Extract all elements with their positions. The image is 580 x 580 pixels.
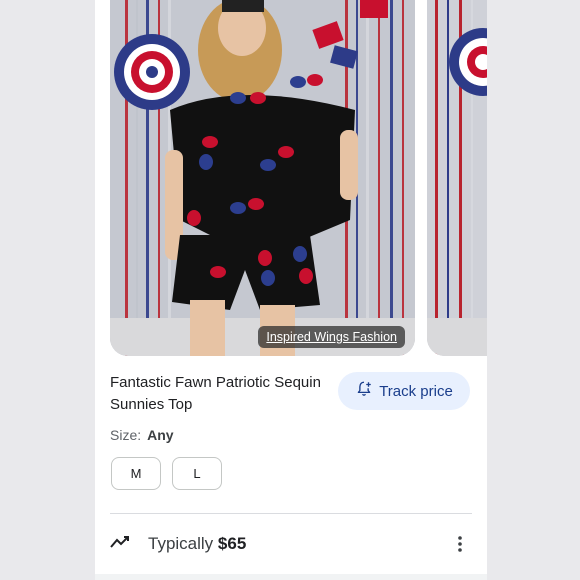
bottom-shade bbox=[95, 574, 487, 580]
more-vert-icon[interactable] bbox=[450, 534, 470, 554]
product-photo bbox=[110, 0, 415, 356]
product-image-next[interactable] bbox=[427, 0, 487, 356]
product-card: Inspired Wings Fashion Fantastic Fawn Pa… bbox=[95, 0, 487, 580]
typical-price-value: $65 bbox=[217, 534, 247, 553]
typical-price: Typically $65 bbox=[148, 534, 246, 554]
next-photo bbox=[427, 0, 487, 356]
trend-icon bbox=[110, 535, 130, 554]
size-row: Size: Any bbox=[110, 427, 174, 443]
track-price-button[interactable]: Track price bbox=[338, 372, 470, 410]
product-title[interactable]: Fantastic Fawn Patriotic Sequin Sunnies … bbox=[110, 372, 330, 416]
size-option-m[interactable]: M bbox=[111, 457, 161, 490]
divider bbox=[110, 513, 472, 514]
image-source-link[interactable]: Inspired Wings Fashion bbox=[258, 326, 405, 348]
size-label: Size: bbox=[110, 427, 142, 443]
bell-plus-icon bbox=[355, 380, 373, 402]
size-value: Any bbox=[147, 427, 174, 443]
product-image[interactable]: Inspired Wings Fashion bbox=[110, 0, 415, 356]
typical-price-label: Typically bbox=[148, 534, 214, 553]
price-row[interactable]: Typically $65 bbox=[110, 530, 470, 558]
track-price-label: Track price bbox=[379, 382, 453, 400]
size-option-l[interactable]: L bbox=[172, 457, 222, 490]
